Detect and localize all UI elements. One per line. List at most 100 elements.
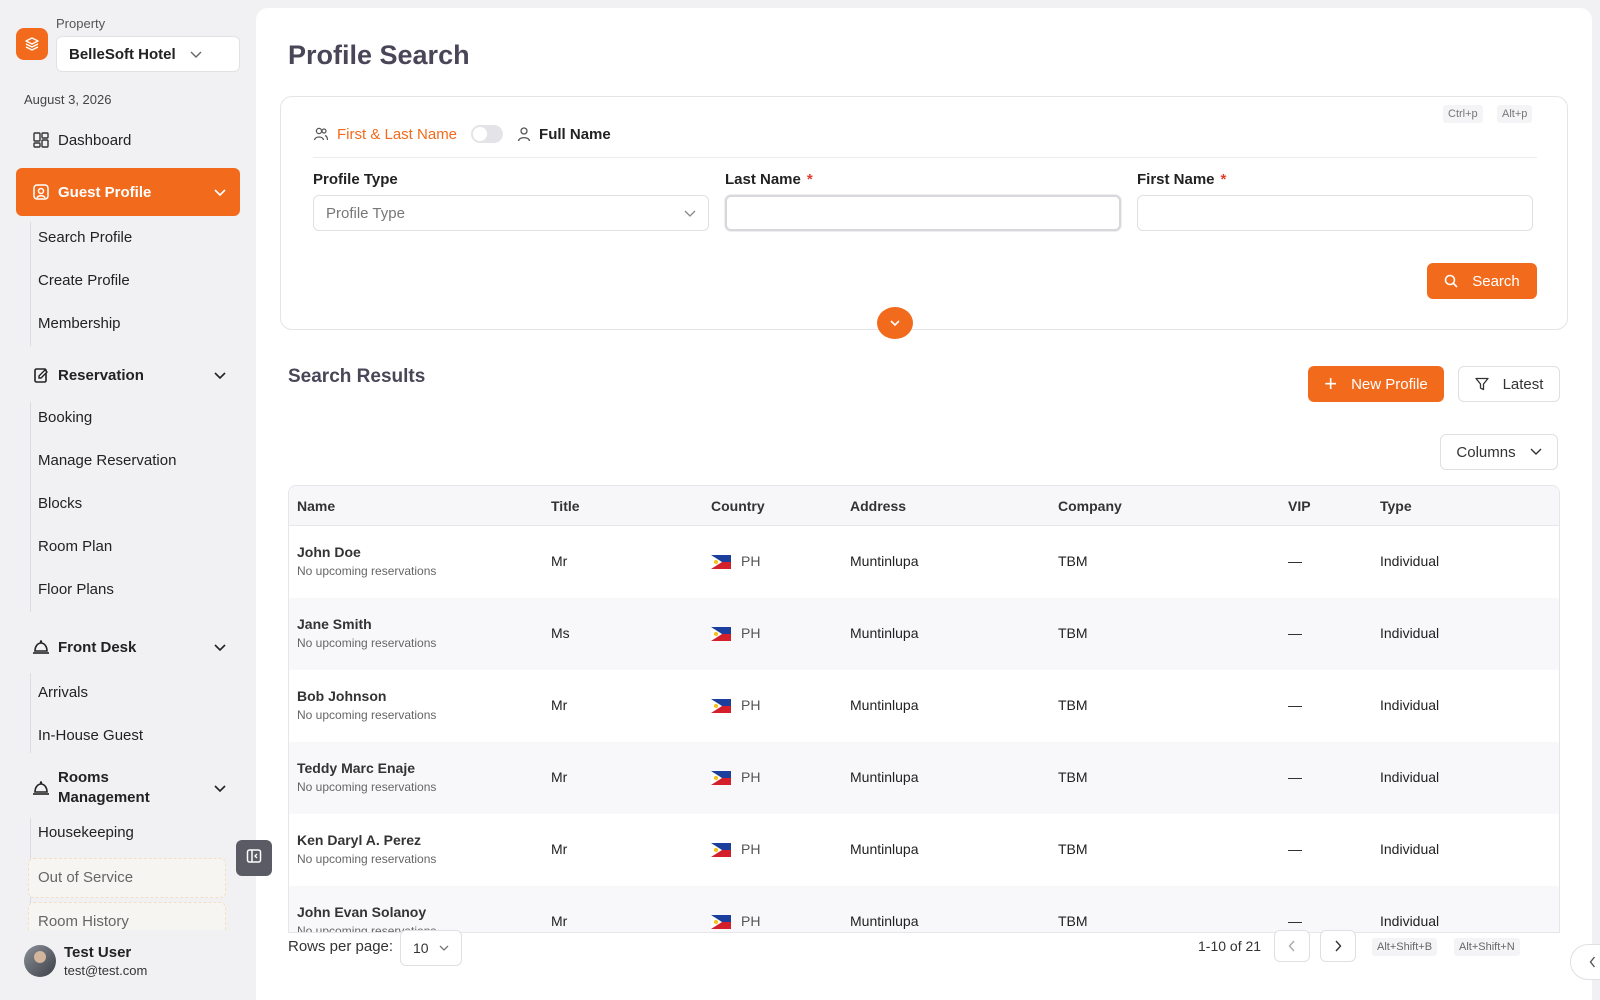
first-name-label-text: First Name — [1137, 171, 1215, 188]
cell-name: John Doe — [297, 544, 361, 560]
nav-search-profile[interactable]: Search Profile — [38, 226, 132, 250]
cell-title: Mr — [551, 553, 568, 569]
columns-label: Columns — [1456, 443, 1516, 461]
search-card: Ctrl+p Alt+p First & Last Name Full Name… — [280, 96, 1568, 339]
first-name-label: First Name * — [1137, 171, 1226, 188]
cell-title: Ms — [551, 625, 570, 641]
last-name-label-text: Last Name — [725, 171, 801, 188]
cell-country: PH — [711, 697, 760, 714]
table-row[interactable]: John Doe No upcoming reservations Mr PH … — [289, 526, 1559, 598]
nav-in-house-guest[interactable]: In-House Guest — [38, 724, 143, 748]
nav-create-profile[interactable]: Create Profile — [38, 269, 130, 293]
cell-company: TBM — [1058, 841, 1088, 857]
cell-vip: — — [1288, 841, 1302, 857]
chevron-down-icon — [1516, 448, 1542, 456]
nav-rooms-management[interactable]: Rooms Management — [16, 766, 240, 810]
new-profile-button[interactable]: + New Profile — [1308, 366, 1444, 402]
latest-filter-button[interactable]: Latest — [1458, 366, 1560, 402]
chevron-right-icon — [1334, 940, 1342, 952]
nav-room-plan[interactable]: Room Plan — [38, 535, 112, 559]
table-row[interactable]: Teddy Marc Enaje No upcoming reservation… — [289, 742, 1559, 814]
mode-first-last-label: First & Last Name — [337, 125, 458, 143]
country-code: PH — [741, 769, 761, 785]
chevron-down-icon — [439, 945, 449, 952]
table-row[interactable]: Jane Smith No upcoming reservations Ms P… — [289, 598, 1559, 670]
cell-title: Mr — [551, 769, 568, 785]
first-name-input[interactable] — [1137, 195, 1533, 231]
shortcut-hint: Alt+Shift+B — [1372, 938, 1438, 956]
column-header-company[interactable]: Company — [1058, 498, 1122, 514]
next-page-button[interactable] — [1320, 930, 1356, 962]
cell-title: Mr — [551, 841, 568, 857]
cell-vip: — — [1288, 697, 1302, 713]
sidebar-collapse-icon — [246, 848, 262, 869]
nav-out-of-service[interactable]: Out of Service — [38, 866, 133, 890]
column-header-title[interactable]: Title — [551, 498, 580, 514]
cell-name: Ken Daryl A. Perez — [297, 832, 421, 848]
nav-guest-profile-label: Guest Profile — [58, 183, 152, 201]
mode-full-name-label: Full Name — [539, 125, 611, 143]
nav-reservation[interactable]: Reservation — [16, 355, 240, 395]
expand-filters-button[interactable] — [877, 307, 913, 339]
shortcut-hint: Alt+Shift+N — [1454, 938, 1520, 956]
cell-country: PH — [711, 841, 760, 858]
cell-reservation-status: No upcoming reservations — [297, 852, 437, 866]
previous-page-button[interactable] — [1274, 930, 1310, 962]
cell-vip: — — [1288, 913, 1302, 929]
chevron-down-icon — [214, 780, 226, 797]
cell-title: Mr — [551, 913, 568, 929]
table-header: Name Title Country Address Company VIP T… — [289, 486, 1559, 526]
bell-icon — [32, 638, 50, 656]
profile-type-select[interactable]: Profile Type — [313, 195, 709, 231]
nav-guest-profile[interactable]: Guest Profile — [16, 168, 240, 216]
search-results-title: Search Results — [288, 366, 426, 387]
cell-type: Individual — [1380, 769, 1440, 785]
table-row[interactable]: Bob Johnson No upcoming reservations Mr … — [289, 670, 1559, 742]
column-header-vip[interactable]: VIP — [1288, 498, 1311, 514]
nav-manage-reservation[interactable]: Manage Reservation — [38, 449, 176, 473]
name-mode-switch[interactable] — [471, 125, 504, 143]
nav-housekeeping[interactable]: Housekeeping — [38, 821, 134, 845]
mode-full-name[interactable]: Full Name — [517, 126, 611, 143]
app-logo-icon[interactable] — [16, 28, 48, 60]
collapse-sidebar-button[interactable] — [236, 840, 272, 876]
chevron-down-icon — [214, 367, 226, 384]
nav-arrivals[interactable]: Arrivals — [38, 681, 88, 705]
nav-dashboard-label: Dashboard — [58, 131, 132, 149]
cell-country: PH — [711, 625, 760, 642]
user-email: test@test.com — [64, 963, 148, 978]
table-row[interactable]: John Evan Solanoy No upcoming reservatio… — [289, 886, 1559, 932]
user-profile[interactable]: Test User test@test.com — [0, 930, 256, 1000]
column-header-type[interactable]: Type — [1380, 498, 1412, 514]
columns-button[interactable]: Columns — [1440, 434, 1558, 470]
cell-name: Jane Smith — [297, 616, 372, 632]
column-header-name[interactable]: Name — [297, 498, 335, 514]
last-name-input[interactable] — [725, 195, 1121, 231]
plus-icon: + — [1324, 371, 1338, 396]
open-side-panel-button[interactable] — [1570, 944, 1600, 980]
bell-icon — [32, 779, 50, 797]
rows-per-page-select[interactable]: 10 — [400, 930, 462, 966]
cell-type: Individual — [1380, 913, 1440, 929]
column-header-address[interactable]: Address — [850, 498, 906, 514]
required-marker: * — [806, 171, 813, 188]
cell-type: Individual — [1380, 697, 1440, 713]
search-button[interactable]: Search — [1427, 263, 1537, 299]
current-date: August 3, 2026 — [24, 92, 112, 107]
shortcut-hint: Alt+p — [1497, 105, 1533, 123]
nav-dashboard[interactable]: Dashboard — [16, 126, 240, 154]
table-row[interactable]: Ken Daryl A. Perez No upcoming reservati… — [289, 814, 1559, 886]
nav-front-desk[interactable]: Front Desk — [16, 627, 240, 667]
column-header-country[interactable]: Country — [711, 498, 765, 514]
philippines-flag-icon — [711, 771, 731, 786]
cell-name: Bob Johnson — [297, 688, 387, 704]
nav-booking[interactable]: Booking — [38, 406, 92, 430]
cell-address: Muntinlupa — [850, 769, 919, 785]
mode-first-last-name[interactable]: First & Last Name — [313, 126, 457, 143]
property-select[interactable]: BelleSoft Hotel — [56, 36, 240, 72]
nav-blocks[interactable]: Blocks — [38, 492, 82, 516]
nav-floor-plans[interactable]: Floor Plans — [38, 578, 114, 602]
nav-membership[interactable]: Membership — [38, 312, 121, 336]
chevron-down-icon — [684, 205, 696, 222]
chevron-left-icon — [1288, 940, 1296, 952]
